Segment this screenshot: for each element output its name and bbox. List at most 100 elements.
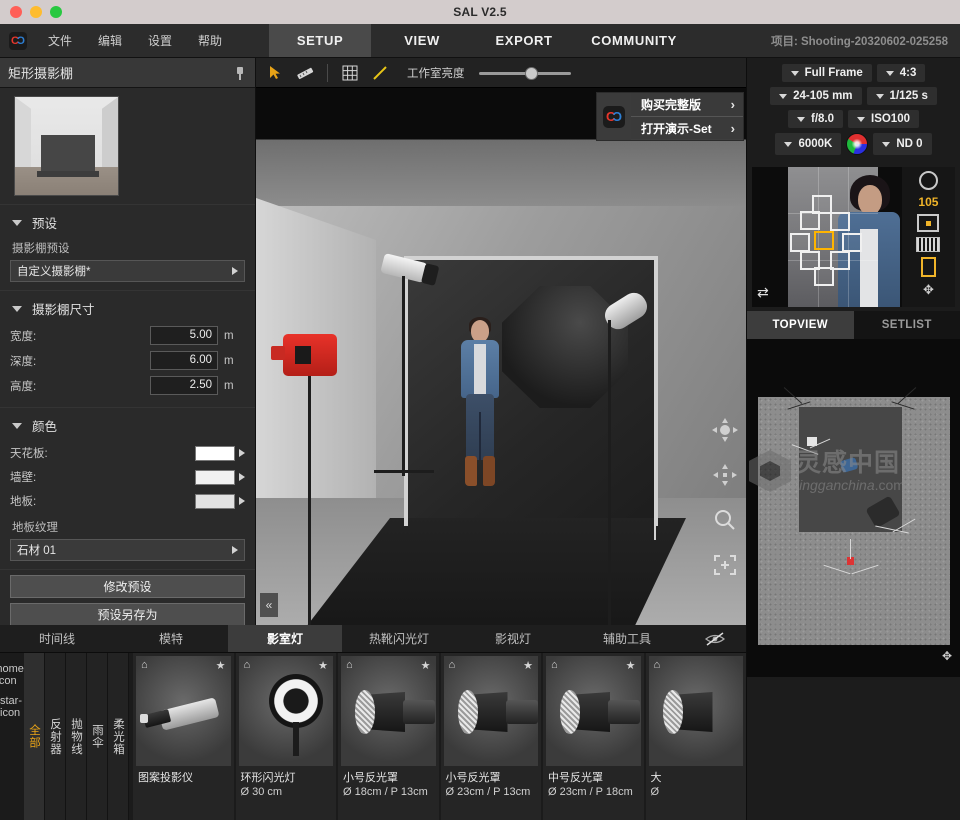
sensor-select[interactable]: Full Frame [782,64,872,82]
preset-section-header[interactable]: 预设 [10,211,245,238]
shutter-select[interactable]: 1/125 s [867,87,937,105]
home-icon[interactable]: ⌂ [346,659,353,671]
white-balance-select[interactable]: 6000K [775,133,841,155]
open-demo-set-button[interactable]: 打开演示-Set › [631,116,743,140]
ceiling-color-picker[interactable] [195,446,245,461]
iso-select[interactable]: ISO100 [848,110,919,128]
vtab-all[interactable]: 全部 [24,653,45,820]
tab-topview[interactable]: TOPVIEW [747,311,854,339]
histogram-icon[interactable] [916,237,940,252]
wall-color-swatch[interactable] [195,470,235,485]
menu-item-file[interactable]: 文件 [35,24,85,57]
tab-models[interactable]: 模特 [114,625,228,652]
save-preset-as-button[interactable]: 预设另存为 [10,603,245,625]
modify-preset-button[interactable]: 修改预设 [10,575,245,598]
vtab-softbox[interactable]: 柔光箱 [108,653,129,820]
vtab-reflectors[interactable]: 反射器 [45,653,66,820]
cursor-icon[interactable] [262,61,288,85]
color-section-header[interactable]: 颜色 [10,414,245,441]
tab-view[interactable]: VIEW [371,24,473,57]
equipment-card[interactable]: ⌂ 大 Ø [646,653,747,820]
depth-input[interactable]: 6.00 [150,351,218,370]
floor-color-picker[interactable] [195,494,245,509]
menu-item-settings[interactable]: 设置 [135,24,185,57]
star-icon[interactable]: ★ [523,659,533,672]
floor-color-swatch[interactable] [195,494,235,509]
tab-video-lights[interactable]: 影视灯 [456,625,570,652]
ruler-icon[interactable] [292,61,318,85]
star-icon[interactable]: ★ [626,659,636,672]
equipment-card[interactable]: ⌂ ★ 环形闪光灯 Ø 30 cm [236,653,337,820]
star-icon[interactable]: ★ [421,659,431,672]
af-point[interactable] [800,211,820,230]
menu-item-help[interactable]: 帮助 [185,24,235,57]
star-icon[interactable]: ★ [216,659,226,672]
topview-panel[interactable]: ✥ 灵感中国 lingganchina.com [747,339,960,677]
dpad-icon[interactable]: ✥ [923,282,934,298]
home-icon[interactable]: ⌂ [141,659,148,671]
preview-image[interactable]: ⇄ [752,167,902,307]
tab-setup[interactable]: SETUP [269,24,371,57]
tab-timeline[interactable]: 时间线 [0,625,114,652]
width-input[interactable]: 5.00 [150,326,218,345]
tab-export[interactable]: EXPORT [473,24,575,57]
scene-model[interactable] [452,320,508,520]
size-section-header[interactable]: 摄影棚尺寸 [10,297,245,324]
orbit-icon[interactable] [712,418,738,447]
tab-accessories[interactable]: 辅助工具 [570,625,684,652]
iso-value: ISO100 [871,113,910,125]
star-icon[interactable]: star-icon [0,695,24,719]
tab-community[interactable]: COMMUNITY [575,24,693,57]
wall-color-picker[interactable] [195,470,245,485]
nd-filter-select[interactable]: ND 0 [873,133,931,155]
line-icon[interactable] [367,61,393,85]
home-icon[interactable]: ⌂ [654,659,661,671]
pan-arrows-icon[interactable]: ✥ [942,649,952,663]
af-pattern-icon[interactable] [917,214,939,232]
focus-icon[interactable] [712,553,738,582]
portrait-icon[interactable] [921,257,936,277]
ceiling-color-swatch[interactable] [195,446,235,461]
camera-preview[interactable]: ⇄ 105 ✥ [752,167,955,307]
af-point[interactable] [830,212,850,231]
vtab-umbrella[interactable]: 雨伞 [87,653,108,820]
brightness-slider[interactable] [479,66,571,80]
preset-select[interactable]: 自定义摄影棚* [10,260,245,282]
menu-item-edit[interactable]: 编辑 [85,24,135,57]
collapse-panel-button[interactable]: « [260,593,278,617]
grid-icon[interactable] [337,61,363,85]
equipment-card[interactable]: ⌂ ★ 中号反光罩 Ø 23cm / P 18cm [543,653,644,820]
af-point-active[interactable] [814,231,834,250]
tab-studio-lights[interactable]: 影室灯 [228,625,342,652]
scene-red-light[interactable] [283,334,337,376]
height-input[interactable]: 2.50 [150,376,218,395]
aperture-select[interactable]: f/8.0 [788,110,843,128]
floor-texture-select[interactable]: 石材 01 [10,539,245,561]
zoom-icon[interactable] [712,508,738,537]
home-icon[interactable]: ⌂ [449,659,456,671]
equipment-card-list[interactable]: ⌂ ★ 图案投影仪 ⌂ ★ 环形闪光灯 [129,653,746,820]
tab-speedlights[interactable]: 热靴闪光灯 [342,625,456,652]
color-wheel-icon[interactable] [846,133,868,155]
star-icon[interactable]: ★ [318,659,328,672]
tab-setlist[interactable]: SETLIST [854,311,960,339]
slider-knob[interactable] [525,67,538,80]
home-icon[interactable]: ⌂ [551,659,558,671]
hidden-eye-icon[interactable] [684,625,746,652]
aspect-ratio-select[interactable]: 4:3 [877,64,926,82]
equipment-card[interactable]: ⌂ ★ 小号反光罩 Ø 18cm / P 13cm [338,653,439,820]
equipment-card[interactable]: ⌂ ★ 小号反光罩 Ø 23cm / P 13cm [441,653,542,820]
home-icon[interactable]: ⌂ [244,659,251,671]
af-point[interactable] [790,233,810,252]
buy-full-version-button[interactable]: 购买完整版 › [631,93,743,116]
studio-3d-scene[interactable]: CƆ 购买完整版 › 打开演示-Set › [256,88,746,625]
lens-select[interactable]: 24-105 mm [770,87,861,105]
af-point[interactable] [842,233,862,252]
pin-icon[interactable] [233,66,247,80]
pan-icon[interactable] [712,463,738,492]
shutter-icon[interactable] [919,171,938,190]
vtab-parabolic[interactable]: 抛物线 [66,653,87,820]
swap-icon[interactable]: ⇄ [757,284,769,301]
equipment-card[interactable]: ⌂ ★ 图案投影仪 [133,653,234,820]
af-point[interactable] [814,267,834,286]
